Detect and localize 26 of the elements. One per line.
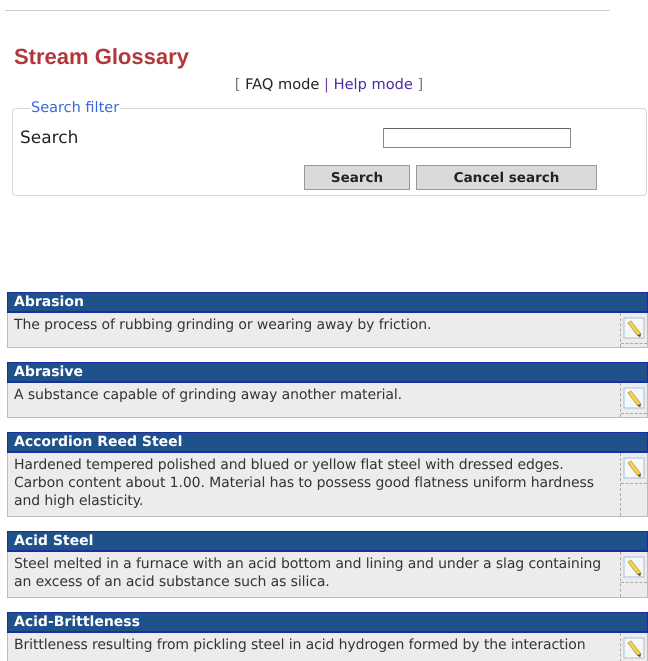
term-header: Acid Steel (7, 531, 648, 552)
term-header: Accordion Reed Steel (7, 432, 648, 453)
search-button[interactable]: Search (304, 165, 410, 190)
bracket: [ (234, 76, 240, 93)
cancel-button[interactable]: Cancel search (416, 165, 597, 190)
edit-icon[interactable] (623, 637, 645, 659)
term-header: Abrasion (7, 292, 648, 313)
edit-icon[interactable] (623, 387, 645, 409)
bracket: ] (418, 76, 424, 93)
term-header: Abrasive (7, 362, 648, 383)
mode-link[interactable]: Help mode (334, 76, 413, 93)
edit-icon[interactable] (623, 457, 645, 479)
page-title: Stream Glossary (14, 44, 190, 70)
definition-text: Hardened tempered polished and blued or yellow flat steel with dressed edges. Carbon content about 1.00. Material has to possess good flatness uniform hardness and high elasticity. (13, 456, 595, 511)
search-label: Search (20, 128, 80, 148)
edit-icon[interactable] (623, 317, 645, 339)
definition-text: Steel melted in a furnace with an acid bottom and lining and under a slag containing an excess of an acid substance such as silica. (13, 555, 602, 592)
definition-text: A substance capable of grinding away another material. (13, 386, 404, 405)
term-header: Acid-Brittleness (7, 612, 648, 633)
separator: | (324, 76, 329, 93)
search-field[interactable] (383, 128, 571, 148)
definition-text: The process of rubbing grinding or wearing away by friction. (13, 316, 432, 335)
mode-link[interactable]: FAQ mode (245, 76, 320, 93)
edit-icon[interactable] (623, 556, 645, 578)
fieldset-legend: Search filter (30, 100, 120, 116)
definition-text: Brittleness resulting from pickling steel in acid hydrogen formed by the interaction (13, 636, 586, 655)
